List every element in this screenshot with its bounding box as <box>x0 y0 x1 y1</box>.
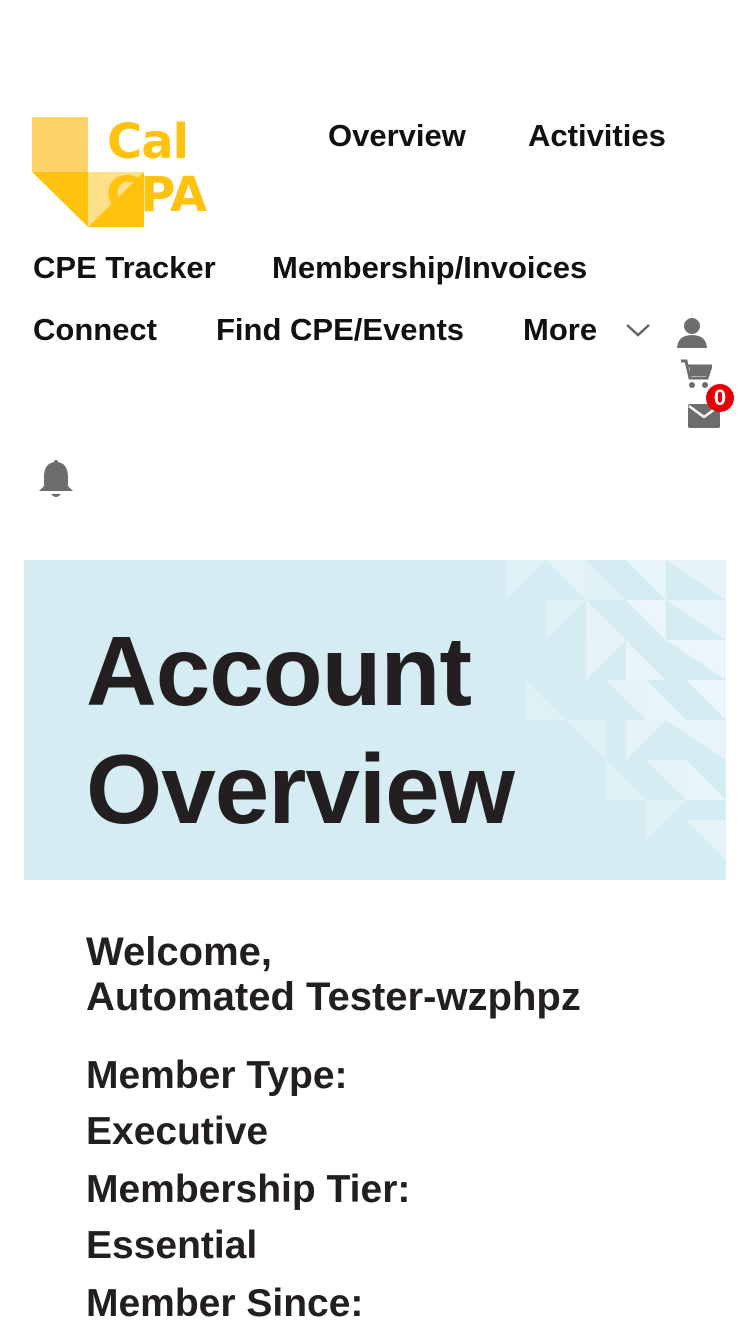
nav-find-cpe-events[interactable]: Find CPE/Events <box>216 314 464 345</box>
member-type-value: Executive <box>86 1110 269 1153</box>
nav-membership-invoices[interactable]: Membership/Invoices <box>272 252 587 283</box>
page-title-line1: Account <box>86 616 472 726</box>
page-title-line2: Overview <box>86 734 515 844</box>
welcome-name: Automated Tester-wzphpz <box>86 975 581 1019</box>
nav-connect[interactable]: Connect <box>33 314 157 345</box>
mail-count-badge: 0 <box>706 384 734 412</box>
nav-activities[interactable]: Activities <box>528 120 666 151</box>
bell-icon[interactable] <box>37 460 75 500</box>
membership-tier-label: Membership Tier: <box>86 1168 411 1211</box>
user-icon[interactable] <box>676 316 708 348</box>
welcome-heading: Welcome, Automated Tester-wzphpz <box>86 930 581 1020</box>
hero-banner: Account Overview <box>24 560 726 880</box>
logo-text-cal: Cal <box>107 114 189 170</box>
calcpa-logo[interactable]: Cal CPA <box>32 110 272 232</box>
welcome-greeting: Welcome, <box>86 930 272 974</box>
nav-overview[interactable]: Overview <box>328 120 466 151</box>
chevron-down-icon[interactable] <box>624 320 652 340</box>
member-type-label: Member Type: <box>86 1054 348 1097</box>
membership-tier-value: Essential <box>86 1224 258 1267</box>
nav-cpe-tracker[interactable]: CPE Tracker <box>33 252 216 283</box>
member-since-label: Member Since: <box>86 1282 364 1325</box>
page-title: Account Overview <box>86 612 515 848</box>
nav-more[interactable]: More <box>523 314 597 345</box>
cart-icon[interactable] <box>680 358 712 390</box>
logo-text-cpa: CPA <box>106 167 207 223</box>
